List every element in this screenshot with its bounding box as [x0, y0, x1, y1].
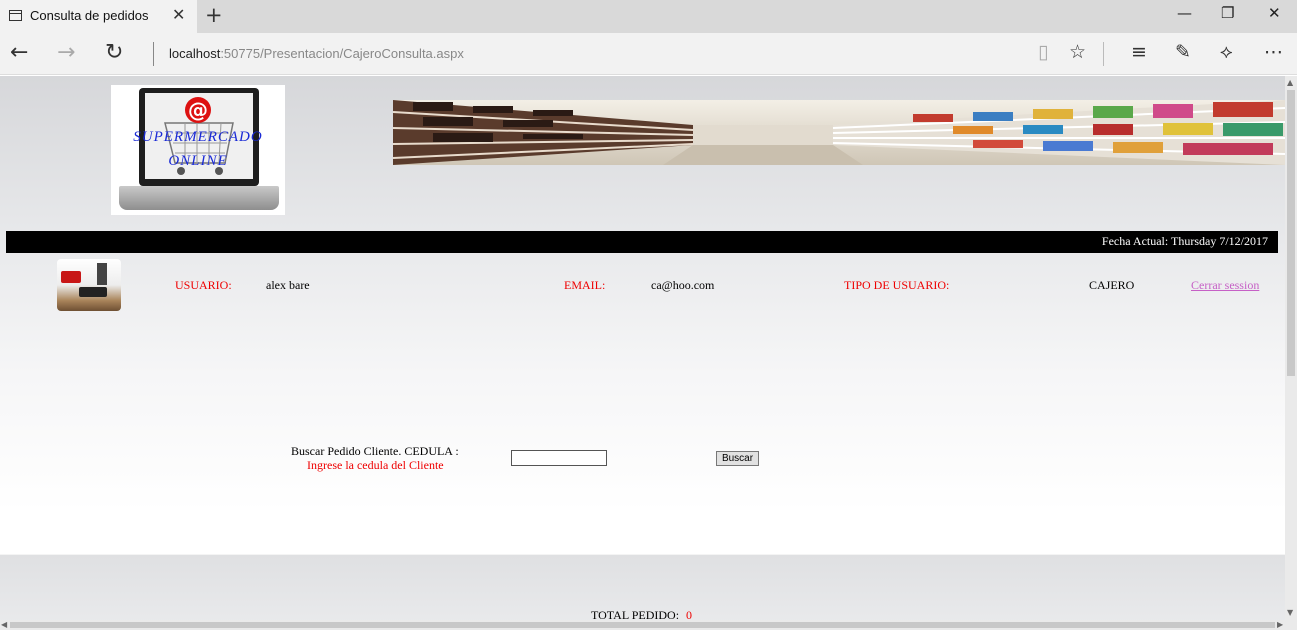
reading-view-icon[interactable]: ▯: [1038, 41, 1048, 63]
share-icon[interactable]: ⟡: [1220, 41, 1233, 63]
url-host: localhost: [169, 46, 221, 61]
horizontal-scroll-thumb[interactable]: [10, 622, 1275, 628]
new-tab-button[interactable]: +: [205, 3, 223, 27]
table-graphic: [79, 287, 107, 297]
back-icon[interactable]: ←: [10, 40, 28, 65]
scroll-up-icon[interactable]: ▲: [1287, 78, 1293, 87]
horizontal-scrollbar[interactable]: ◀ ▶: [0, 620, 1297, 630]
restore-icon[interactable]: ❐: [1221, 4, 1234, 22]
usuario-value: alex bare: [266, 278, 310, 292]
web-note-icon[interactable]: ✎: [1175, 41, 1191, 63]
sofa-graphic: [61, 271, 81, 283]
url-path: :50775/Presentacion/CajeroConsulta.aspx: [220, 46, 464, 61]
hub-icon[interactable]: ≡: [1131, 41, 1147, 63]
user-avatar: [57, 259, 121, 311]
email-label: EMAIL:: [564, 278, 606, 292]
navigation-bar: ← → ↻ localhost:50775/Presentacion/Cajer…: [0, 33, 1297, 75]
tab-bar: Consulta de pedidos ✕ + — ❐ ✕: [0, 0, 1297, 33]
logo-text-line2: ONLINE: [168, 153, 228, 169]
supermarket-aisle-banner: [393, 100, 1285, 165]
toolbar-divider: [1103, 42, 1104, 66]
search-label: Buscar Pedido Cliente. CEDULA :: [291, 444, 459, 458]
date-bar: Fecha Actual: Thursday 7/12/2017: [6, 231, 1278, 253]
aisle-image: [393, 100, 1285, 165]
refresh-icon[interactable]: ↻: [105, 40, 123, 65]
logo-text-line1: SUPERMERCADO: [133, 129, 263, 145]
cedula-input[interactable]: [511, 450, 607, 466]
supermarket-logo: @ SUPERMERCADO ONLINE: [111, 85, 285, 215]
tipo-usuario-label: TIPO DE USUARIO:: [844, 278, 950, 292]
close-icon[interactable]: ✕: [172, 5, 185, 24]
scroll-down-icon[interactable]: ▼: [1287, 608, 1293, 617]
favorite-star-icon[interactable]: ☆: [1069, 41, 1086, 63]
at-symbol-icon: @: [185, 97, 211, 123]
email-value: ca@hoo.com: [651, 278, 715, 292]
laptop-base-graphic: [119, 186, 279, 210]
search-hint: Ingrese la cedula del Cliente: [307, 458, 444, 472]
tab-title: Consulta de pedidos: [30, 8, 149, 23]
active-tab[interactable]: Consulta de pedidos ✕: [0, 0, 197, 33]
usuario-label: USUARIO:: [175, 278, 232, 292]
scroll-right-icon[interactable]: ▶: [1277, 620, 1283, 629]
vertical-scrollbar[interactable]: ▲ ▼: [1285, 76, 1297, 620]
search-button[interactable]: Buscar: [716, 451, 759, 466]
page-icon: [9, 10, 22, 21]
page-viewport: @ SUPERMERCADO ONLINE Fecha Actual: Thur…: [0, 76, 1285, 620]
address-divider: [153, 42, 154, 66]
total-pedido-label: TOTAL PEDIDO:: [591, 608, 680, 620]
vertical-scroll-thumb[interactable]: [1287, 90, 1295, 376]
logout-link[interactable]: Cerrar session: [1191, 278, 1259, 293]
total-pedido-value: 0: [686, 608, 692, 620]
minimize-icon[interactable]: —: [1177, 4, 1192, 22]
forward-icon[interactable]: →: [57, 40, 75, 65]
lamp-graphic: [97, 263, 107, 285]
scroll-left-icon[interactable]: ◀: [1, 620, 7, 629]
more-icon[interactable]: ⋯: [1264, 41, 1283, 63]
window-close-icon[interactable]: ✕: [1268, 4, 1281, 22]
address-bar[interactable]: localhost:50775/Presentacion/CajeroConsu…: [169, 46, 464, 61]
current-date: Fecha Actual: Thursday 7/12/2017: [1101, 234, 1268, 248]
tipo-usuario-value: CAJERO: [1089, 278, 1135, 292]
